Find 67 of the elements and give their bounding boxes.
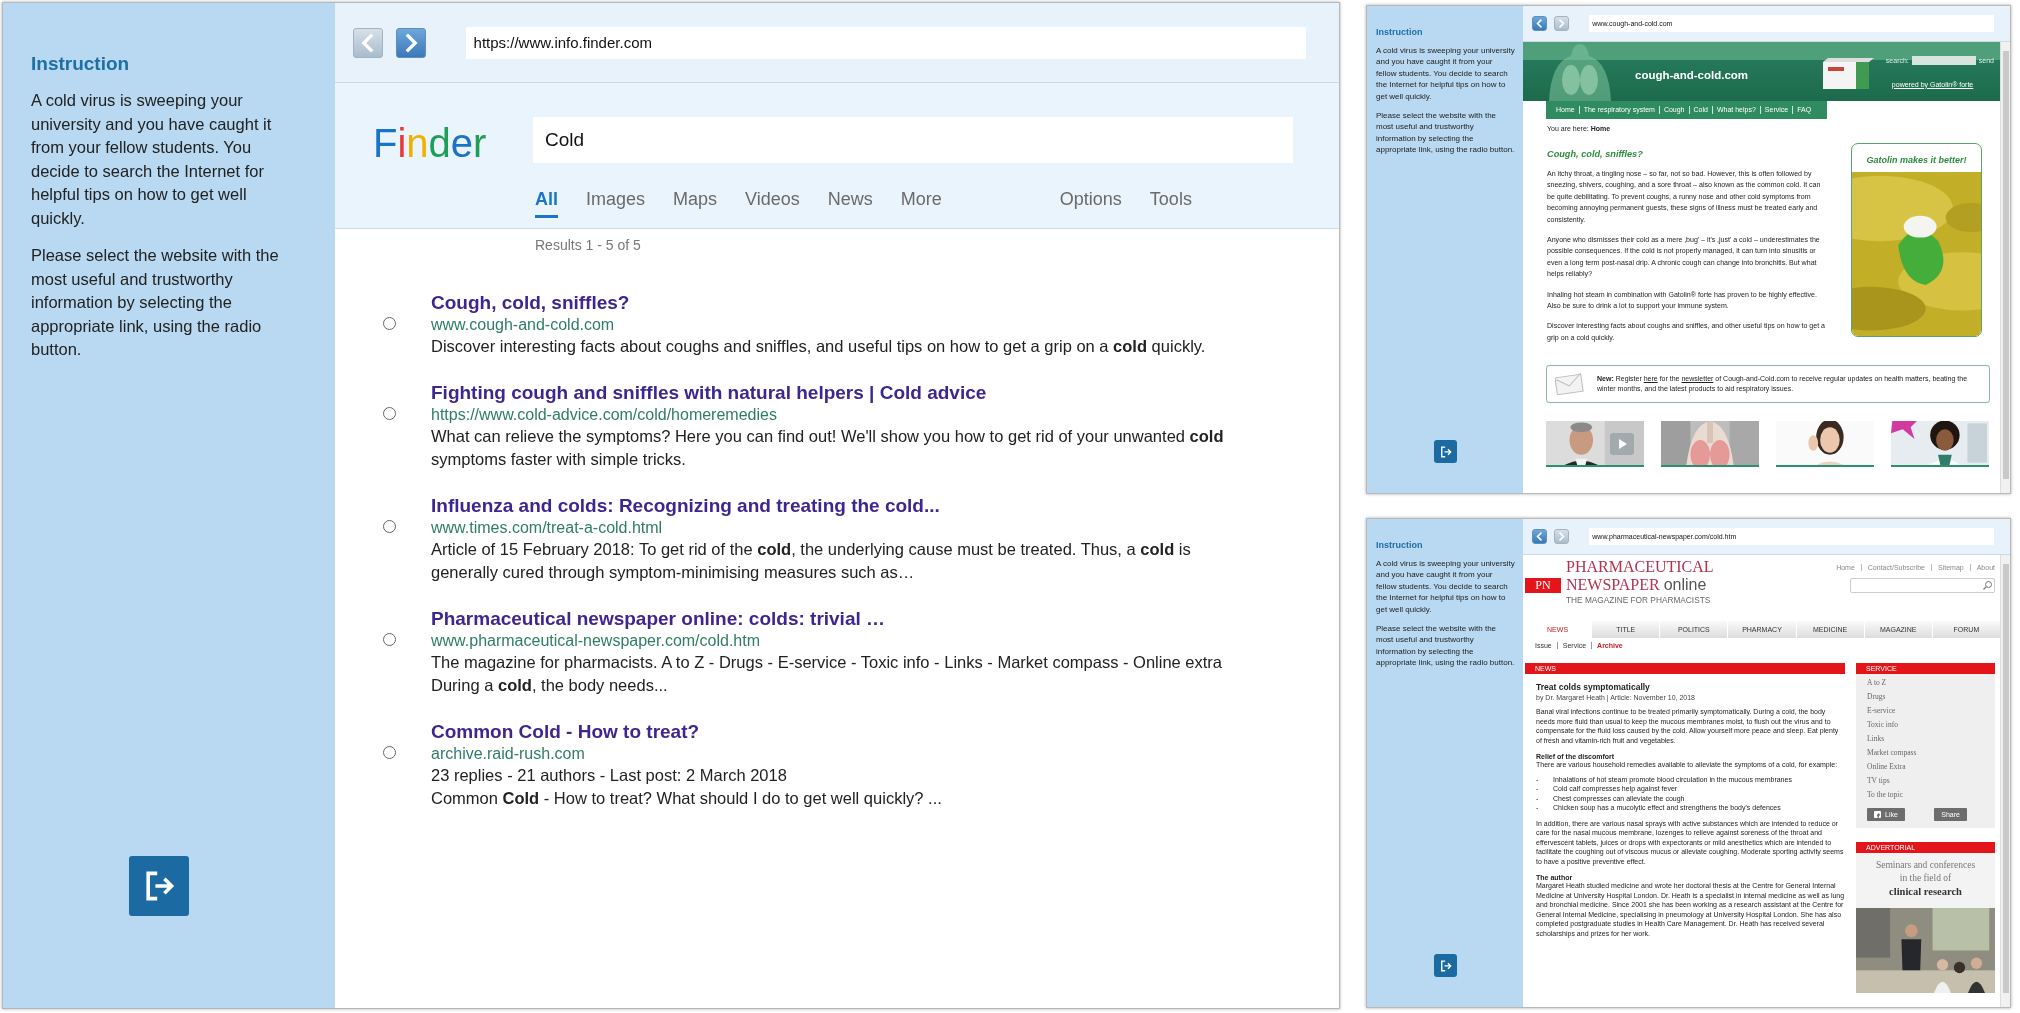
exit-button[interactable] — [129, 856, 189, 916]
radio-button[interactable] — [383, 633, 396, 646]
address-bar[interactable]: https://www.info.finder.com — [466, 26, 1306, 59]
result-title-link[interactable]: Fighting cough and sniffles with natural helpers | Cold advice — [431, 381, 987, 405]
results-count: Results 1 - 5 of 5 — [535, 237, 641, 253]
radio-button[interactable] — [383, 520, 396, 533]
search-option-link[interactable]: Tools — [1149, 188, 1192, 218]
logo-badge: PN — [1525, 577, 1561, 593]
radio-button[interactable] — [383, 746, 396, 759]
result-snippet: Discover interesting facts about coughs and sniffles, and useful tips on how to get a grip on a cold quickly. — [431, 336, 1206, 357]
back-button[interactable] — [1532, 16, 1547, 31]
advertorial-text: Seminars and conferences in the field of clinical research — [1874, 859, 1977, 899]
article-title: Treat colds symptomatically — [1536, 682, 1651, 692]
result-url: www.times.com/treat-a-cold.html — [431, 518, 663, 538]
exit-icon — [1438, 958, 1453, 973]
scrollbar[interactable] — [2000, 42, 2010, 493]
result-snippet: The magazine for pharmacists. A to Z - Drugs - E-service - Toxic info - Links - Market compass - Online extra During a cold, the body needs... — [431, 652, 1223, 696]
instruction-text: Please select the website with the most useful and trustworthy information by selecting the appropriate link, using the radio button. — [1376, 110, 1515, 156]
instruction-text: Please select the website with the most useful and trustworthy information by selecting the appropriate link, using the radio button. — [31, 245, 280, 360]
instruction-text: Please select the website with the most useful and trustworthy information by selecting the appropriate link, using the radio button. — [1376, 623, 1515, 669]
instruction-text: A cold virus is sweeping your university and you have caught it from your fellow students. You decide to search the Internet for helpful tips on how to get well quickly. — [1376, 558, 1515, 616]
exit-icon — [1438, 444, 1453, 459]
instruction-text: A cold virus is sweeping your university and you have caught it from your fellow students. You decide to search the Internet for helpful tips on how to get well quickly. — [31, 90, 273, 229]
search-field[interactable] — [1850, 578, 1995, 593]
like-icon — [1874, 811, 1881, 818]
logo-text: PHARMACEUTICAL — [1566, 558, 1714, 576]
instruction-title: Instruction — [31, 53, 130, 75]
site-name: cough-and-cold.com — [1635, 68, 1749, 81]
radio-button[interactable] — [383, 317, 396, 330]
result-url: archive.raid-rush.com — [431, 744, 585, 764]
search-tab[interactable]: Maps — [673, 188, 718, 218]
result-url: www.cough-and-cold.com — [431, 315, 615, 335]
scrollbar[interactable] — [2000, 555, 2010, 1007]
result-snippet: Article of 15 February 2018: To get rid of the cold, the underlying cause must be treated. Thus, a cold is generally cured through symptom-minimising measures such as… — [431, 539, 1191, 583]
site-tagline: THE MAGAZINE FOR PHARMACISTS — [1566, 594, 1712, 606]
exit-button[interactable] — [1434, 440, 1457, 463]
result-title-link[interactable]: Common Cold - How to treat? — [431, 720, 700, 744]
forward-button[interactable] — [396, 27, 427, 58]
back-button[interactable] — [1532, 529, 1547, 544]
result-url: www.pharmaceutical-newspaper.com/cold.htm — [431, 631, 761, 651]
result-title-link[interactable]: Influenza and colds: Recognizing and treating the cold... — [431, 494, 940, 518]
result-title-link[interactable]: Pharmaceutical newspaper online: colds: trivial … — [431, 607, 886, 631]
result-title-link[interactable]: Cough, cold, sniffles? — [431, 291, 630, 315]
logo-text: NEWSPAPER online — [1566, 576, 1708, 594]
exit-button[interactable] — [1434, 954, 1457, 977]
search-tab[interactable]: Videos — [745, 188, 800, 218]
medicine-box-drawing — [1821, 57, 1874, 90]
search-icon[interactable] — [1981, 579, 1994, 592]
article-heading: Cough, cold, sniffles? — [1547, 149, 1644, 159]
result-snippet: What can relieve the symptoms? Here you can find out! We'll show you how to get rid of your unwanted cold symptoms faster with simple tricks. — [431, 426, 1224, 470]
instruction-text: A cold virus is sweeping your university and you have caught it from your fellow students. You decide to search the Internet for helpful tips on how to get well quickly. — [1376, 45, 1515, 103]
search-field[interactable]: Cold — [533, 117, 1293, 163]
result-snippet: 23 replies - 21 authors - Last post: 2 March 2018 Common Cold - How to treat? What should I do to get well quickly? ... — [431, 765, 942, 809]
search-tab[interactable]: News — [827, 188, 873, 218]
search-field[interactable] — [1911, 55, 1976, 65]
search-tab[interactable]: More — [900, 188, 942, 218]
search-option-link[interactable]: Options — [1059, 188, 1122, 218]
instruction-title: Instruction — [1376, 540, 1423, 550]
search-tab[interactable]: Images — [586, 188, 646, 218]
instruction-title: Instruction — [1376, 27, 1423, 37]
play-icon[interactable] — [1610, 433, 1634, 456]
result-url: https://www.cold-advice.com/cold/homeremedies — [431, 405, 777, 425]
search-tab[interactable]: All — [535, 188, 558, 218]
radio-button[interactable] — [383, 407, 396, 420]
finder-logo: Finder — [373, 121, 487, 166]
promo-title: Gatolin makes it better! — [1866, 154, 1967, 166]
envelope-icon — [1555, 373, 1585, 396]
